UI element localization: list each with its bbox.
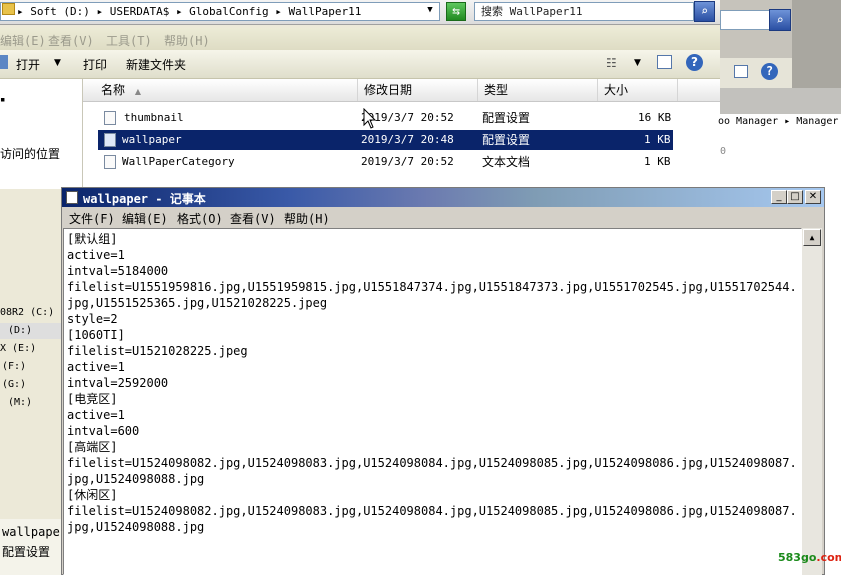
drive-m[interactable]: (M:) [8, 397, 32, 408]
notepad-app-icon [66, 191, 78, 204]
background-help-icon[interactable]: ? [761, 63, 778, 80]
drive-f[interactable]: (F:) [2, 361, 26, 372]
file-name: thumbnail [124, 111, 184, 124]
refresh-button[interactable]: ⇆ [446, 2, 466, 21]
maximize-button[interactable]: □ [787, 190, 803, 204]
file-type: 文本文档 [482, 155, 531, 169]
sort-ascending-icon: ▲ [134, 87, 141, 96]
view-options-icon[interactable]: ☷ [606, 56, 617, 70]
config-file-icon [104, 111, 116, 125]
col-name-label: 名称 [101, 83, 126, 97]
background-breadcrumb: oo Manager ▸ Manager [718, 116, 839, 127]
details-file-name: wallpape [2, 525, 60, 539]
file-date: 2019/3/7 20:48 [361, 133, 454, 146]
search-input[interactable]: 搜索 WallPaper11 [474, 2, 694, 21]
minimize-button[interactable]: _ [771, 190, 787, 204]
background-preview-icon[interactable] [734, 65, 748, 78]
file-name: wallpaper [122, 133, 182, 146]
file-row-thumbnail[interactable]: thumbnail 2019/3/7 20:52 配置设置 16 KB [98, 108, 673, 128]
mouse-cursor-icon [363, 108, 377, 129]
open-button[interactable]: 打开 [16, 56, 40, 73]
background-digit: 0 [720, 146, 727, 157]
navigation-pane: 访问的位置 ▪ [0, 79, 83, 189]
col-date[interactable]: 修改日期 [358, 79, 478, 101]
print-button[interactable]: 打印 [83, 56, 107, 73]
menu-edit[interactable]: 编辑(E) [122, 210, 168, 227]
menu-help[interactable]: 帮助(H) [164, 32, 210, 49]
menu-view[interactable]: 查看(V) [48, 32, 94, 49]
config-file-icon [104, 133, 116, 147]
file-size: 16 KB [638, 111, 672, 124]
col-type[interactable]: 类型 [478, 79, 598, 101]
file-name: WallPaperCategory [122, 155, 235, 168]
navigation-drives: 08R2 (C:) (D:) X (E:) (F:) (G:) (M:) wal… [0, 189, 62, 575]
address-dropdown-icon[interactable]: ▼ [424, 4, 436, 16]
drive-g[interactable]: (G:) [2, 379, 26, 390]
file-row-wallpapercategory[interactable]: WallPaperCategory 2019/3/7 20:52 文本文档 1 … [98, 152, 673, 172]
vertical-scrollbar[interactable] [802, 228, 822, 575]
file-date: 2019/3/7 20:52 [361, 155, 454, 168]
background-search-input[interactable] [720, 10, 770, 30]
text-file-icon [104, 155, 116, 169]
folder-icon [2, 3, 15, 15]
menu-file[interactable]: 文件(F) [69, 210, 115, 227]
open-dropdown-icon[interactable]: ▼ [54, 58, 61, 68]
col-name[interactable]: 名称 ▲ [83, 79, 358, 101]
scroll-up-button[interactable]: ▲ [803, 229, 821, 246]
search-icon[interactable]: ⌕ [694, 1, 715, 22]
menu-tools[interactable]: 工具(T) [106, 32, 152, 49]
col-size[interactable]: 大小 [598, 79, 678, 101]
menu-format[interactable]: 格式(O) [177, 210, 223, 227]
preview-pane-icon[interactable] [657, 55, 672, 69]
background-toolbar: ? [720, 58, 792, 88]
explorer-toolbar: 打开 ▼ 打印 新建文件夹 ☷ ▼ ? [0, 50, 720, 79]
address-bar: ▸ Soft (D:) ▸ USERDATA$ ▸ GlobalConfig ▸… [0, 0, 720, 25]
window-title: wallpaper - 记事本 [83, 192, 206, 206]
details-file-type: 配置设置 [2, 545, 51, 559]
explorer-menubar: 编辑(E) 查看(V) 工具(T) 帮助(H) [0, 28, 720, 50]
drive-d[interactable]: (D:) [8, 325, 32, 336]
menu-edit[interactable]: 编辑(E) [0, 32, 46, 49]
file-row-wallpaper[interactable]: wallpaper 2019/3/7 20:48 配置设置 1 KB [98, 130, 673, 150]
open-icon [0, 55, 8, 69]
help-icon[interactable]: ? [686, 54, 703, 71]
background-header [720, 88, 841, 114]
file-type: 配置设置 [482, 111, 531, 125]
column-header: 名称 ▲ 修改日期 类型 大小 [83, 79, 720, 102]
watermark-logo: 583go.com [778, 551, 841, 564]
menu-view[interactable]: 查看(V) [230, 210, 276, 227]
notepad-menubar: 文件(F) 编辑(E) 格式(O) 查看(V) 帮助(H) [62, 207, 824, 227]
address-path[interactable]: ▸ Soft (D:) ▸ USERDATA$ ▸ GlobalConfig ▸… [0, 2, 440, 21]
drive-e[interactable]: X (E:) [0, 343, 36, 354]
view-dropdown-icon[interactable]: ▼ [634, 58, 641, 68]
text-editor[interactable]: [默认组] active=1 intval=5184000 filelist=U… [63, 228, 802, 575]
file-type: 配置设置 [482, 133, 531, 147]
file-size: 1 KB [644, 155, 671, 168]
drive-c[interactable]: 08R2 (C:) [0, 307, 54, 318]
new-folder-button[interactable]: 新建文件夹 [126, 56, 186, 73]
close-button[interactable]: ✕ [805, 190, 821, 204]
background-search-icon[interactable]: ⌕ [769, 9, 791, 31]
nav-recent-places[interactable]: 访问的位置 [0, 145, 60, 162]
file-size: 1 KB [644, 133, 671, 146]
menu-help[interactable]: 帮助(H) [284, 210, 330, 227]
nav-bullet: ▪ [0, 95, 6, 105]
editor-content[interactable]: [默认组] active=1 intval=5184000 filelist=U… [64, 229, 800, 535]
